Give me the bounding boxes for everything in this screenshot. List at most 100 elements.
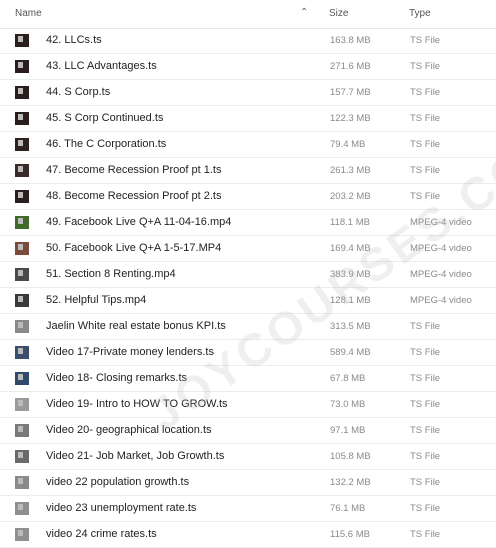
thumbnail-highlight: [18, 348, 23, 354]
file-row[interactable]: 51. Section 8 Renting.mp4 383.9 MB MPEG-4 …: [0, 262, 496, 288]
file-row[interactable]: Jaelin White real estate bonus KPI.ts 313…: [0, 314, 496, 340]
video-thumbnail-icon: [15, 346, 29, 359]
thumbnail-highlight: [18, 88, 23, 94]
name-column-header[interactable]: Name: [15, 8, 42, 19]
video-thumbnail-icon: [15, 190, 29, 203]
file-size: 76.1 MB: [330, 503, 366, 514]
file-type: TS File: [410, 165, 441, 176]
file-row[interactable]: video 24 crime rates.ts 115.6 MB TS File: [0, 522, 496, 548]
file-name[interactable]: Video 17-Private money lenders.ts: [46, 346, 214, 358]
file-size: 313.5 MB: [330, 321, 371, 332]
file-type: MPEG-4 video: [410, 217, 472, 228]
video-thumbnail-icon: [15, 164, 29, 177]
file-size: 203.2 MB: [330, 191, 371, 202]
file-row[interactable]: 48. Become Recession Proof pt 2.ts 203.2 …: [0, 184, 496, 210]
file-name[interactable]: 49. Facebook Live Q+A 11-04-16.mp4: [46, 216, 231, 228]
video-thumbnail-icon: [15, 60, 29, 73]
thumbnail-highlight: [18, 452, 23, 458]
file-size: 67.8 MB: [330, 373, 366, 384]
file-size: 122.3 MB: [330, 113, 371, 124]
file-name[interactable]: 52. Helpful Tips.mp4: [46, 294, 146, 306]
video-thumbnail-icon: [15, 398, 29, 411]
file-name[interactable]: video 24 crime rates.ts: [46, 528, 157, 540]
file-row[interactable]: 43. LLC Advantages.ts 271.6 MB TS File: [0, 54, 496, 80]
video-thumbnail-icon: [15, 34, 29, 47]
file-row[interactable]: 52. Helpful Tips.mp4 128.1 MB MPEG-4 video: [0, 288, 496, 314]
file-size: 383.9 MB: [330, 269, 371, 280]
file-name[interactable]: Video 19- Intro to HOW TO GROW.ts: [46, 398, 228, 410]
file-type: TS File: [410, 139, 441, 150]
file-row[interactable]: 46. The C Corporation.ts 79.4 MB TS File: [0, 132, 496, 158]
file-row[interactable]: video 23 unemployment rate.ts 76.1 MB TS F…: [0, 496, 496, 522]
file-type: TS File: [410, 87, 441, 98]
file-name[interactable]: Video 20- geographical location.ts: [46, 424, 212, 436]
file-size: 97.1 MB: [330, 425, 366, 436]
file-type: TS File: [410, 373, 441, 384]
video-thumbnail-icon: [15, 528, 29, 541]
file-name[interactable]: 42. LLCs.ts: [46, 34, 102, 46]
file-row[interactable]: 45. S Corp Continued.ts 122.3 MB TS File: [0, 106, 496, 132]
thumbnail-highlight: [18, 166, 23, 172]
thumbnail-highlight: [18, 140, 23, 146]
file-size: 118.1 MB: [330, 217, 370, 228]
video-thumbnail-icon: [15, 242, 29, 255]
file-row[interactable]: Video 17-Private money lenders.ts 589.4 M…: [0, 340, 496, 366]
file-name[interactable]: Video 18- Closing remarks.ts: [46, 372, 187, 384]
file-row[interactable]: Video 21- Job Market, Job Growth.ts 105.8…: [0, 444, 496, 470]
file-row[interactable]: 44. S Corp.ts 157.7 MB TS File: [0, 80, 496, 106]
video-thumbnail-icon: [15, 476, 29, 489]
file-row[interactable]: Video 18- Closing remarks.ts 67.8 MB TS Fi…: [0, 366, 496, 392]
file-name[interactable]: Video 21- Job Market, Job Growth.ts: [46, 450, 224, 462]
size-column-header[interactable]: Size: [329, 8, 348, 19]
thumbnail-highlight: [18, 244, 23, 250]
file-size: 271.6 MB: [330, 61, 371, 72]
file-type: TS File: [410, 61, 441, 72]
file-type: TS File: [410, 191, 441, 202]
file-type: TS File: [410, 347, 441, 358]
file-name[interactable]: 45. S Corp Continued.ts: [46, 112, 163, 124]
column-header-row: Name ⌃ Size Type: [0, 0, 496, 29]
file-type: TS File: [410, 425, 441, 436]
file-name[interactable]: 51. Section 8 Renting.mp4: [46, 268, 176, 280]
file-type: MPEG-4 video: [410, 295, 472, 306]
thumbnail-highlight: [18, 114, 23, 120]
chevron-up-icon[interactable]: ⌃: [300, 7, 308, 18]
file-type: TS File: [410, 503, 441, 514]
thumbnail-highlight: [18, 322, 23, 328]
thumbnail-highlight: [18, 218, 23, 224]
file-row[interactable]: Video 19- Intro to HOW TO GROW.ts 73.0 MB…: [0, 392, 496, 418]
file-type: TS File: [410, 321, 441, 332]
file-name[interactable]: 47. Become Recession Proof pt 1.ts: [46, 164, 221, 176]
file-row[interactable]: 47. Become Recession Proof pt 1.ts 261.3 …: [0, 158, 496, 184]
type-column-header[interactable]: Type: [409, 8, 431, 19]
file-type: TS File: [410, 399, 441, 410]
file-name[interactable]: 44. S Corp.ts: [46, 86, 110, 98]
thumbnail-highlight: [18, 192, 23, 198]
file-row[interactable]: 50. Facebook Live Q+A 1-5-17.MP4 169.4 MB…: [0, 236, 496, 262]
thumbnail-highlight: [18, 296, 23, 302]
file-name[interactable]: 50. Facebook Live Q+A 1-5-17.MP4: [46, 242, 221, 254]
file-name[interactable]: Jaelin White real estate bonus KPI.ts: [46, 320, 226, 332]
file-size: 132.2 MB: [330, 477, 371, 488]
file-row[interactable]: video 22 population growth.ts 132.2 MB TS …: [0, 470, 496, 496]
file-row[interactable]: 49. Facebook Live Q+A 11-04-16.mp4 118.1 …: [0, 210, 496, 236]
file-type: TS File: [410, 113, 441, 124]
file-size: 105.8 MB: [330, 451, 371, 462]
file-name[interactable]: video 23 unemployment rate.ts: [46, 502, 196, 514]
file-name[interactable]: 46. The C Corporation.ts: [46, 138, 166, 150]
file-type: MPEG-4 video: [410, 243, 472, 254]
file-size: 163.8 MB: [330, 35, 371, 46]
thumbnail-highlight: [18, 426, 23, 432]
file-type: TS File: [410, 529, 441, 540]
file-row[interactable]: Video 20- geographical location.ts 97.1 M…: [0, 418, 496, 444]
file-size: 79.4 MB: [330, 139, 366, 150]
file-name[interactable]: 48. Become Recession Proof pt 2.ts: [46, 190, 221, 202]
file-size: 115.6 MB: [330, 529, 370, 540]
file-name[interactable]: 43. LLC Advantages.ts: [46, 60, 157, 72]
file-name[interactable]: video 22 population growth.ts: [46, 476, 189, 488]
video-thumbnail-icon: [15, 320, 29, 333]
thumbnail-highlight: [18, 504, 23, 510]
video-thumbnail-icon: [15, 294, 29, 307]
file-row[interactable]: 42. LLCs.ts 163.8 MB TS File: [0, 28, 496, 54]
thumbnail-highlight: [18, 270, 23, 276]
